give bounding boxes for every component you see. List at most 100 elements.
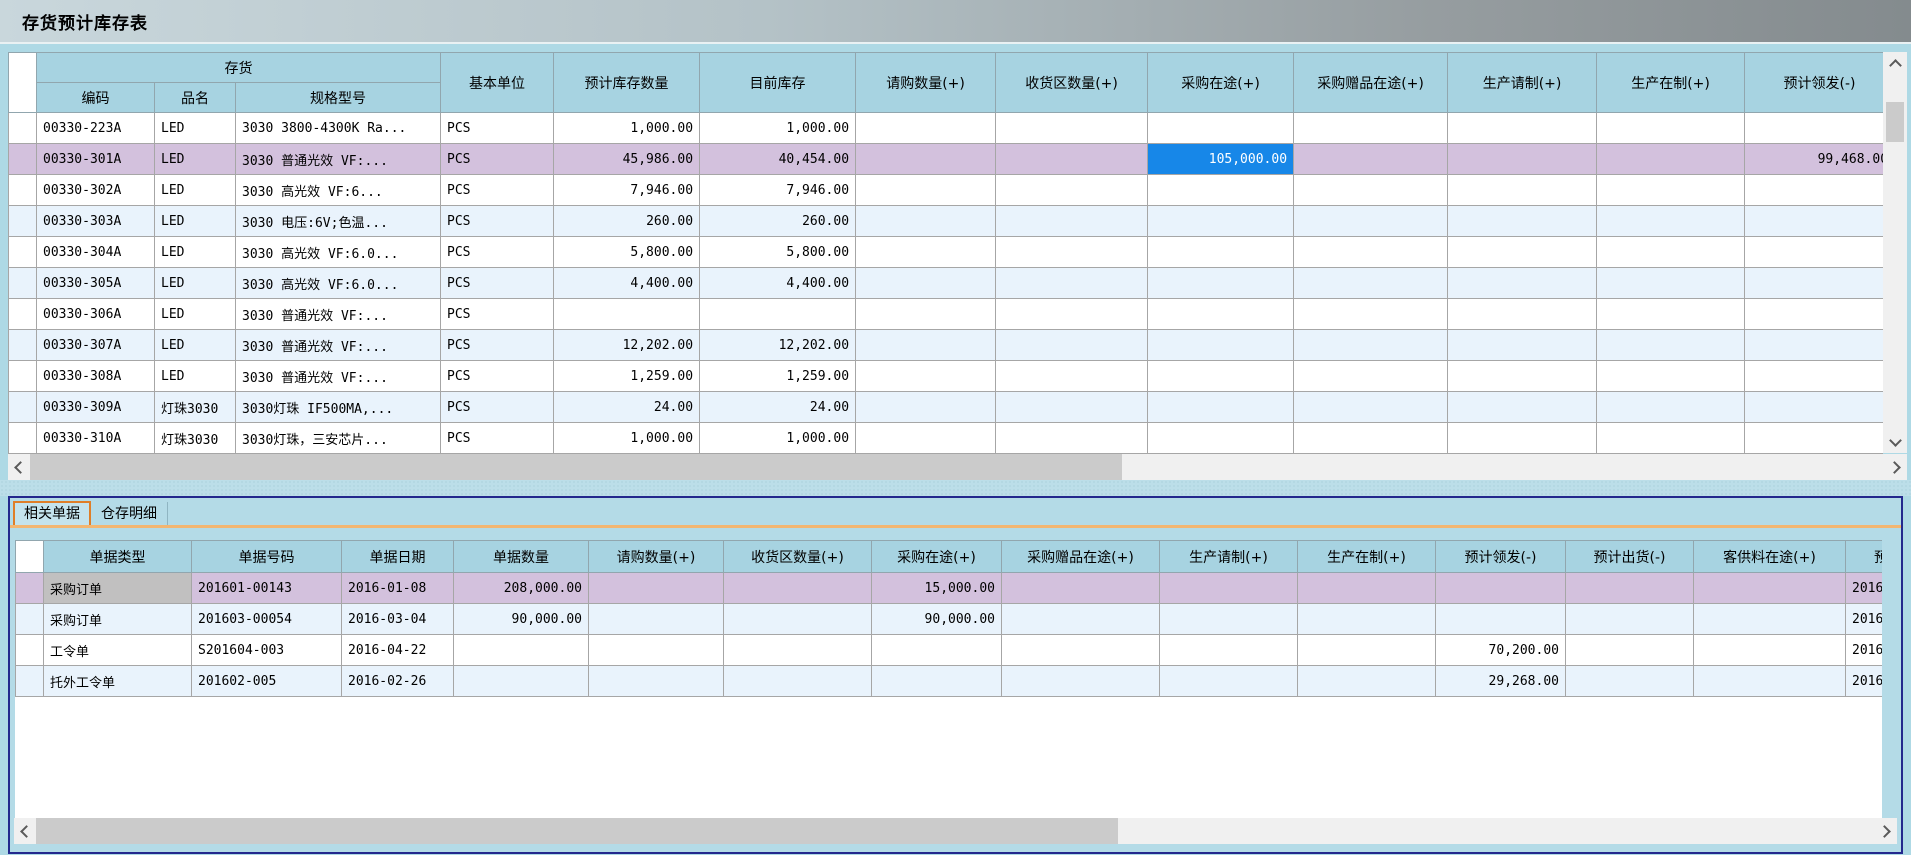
h-scroll-track-top[interactable] [30, 454, 1885, 480]
cell[interactable] [1597, 144, 1745, 175]
cell[interactable]: 00330-302A [37, 175, 155, 206]
cell[interactable]: 2016-0 [1846, 635, 1883, 666]
row-selector[interactable] [9, 268, 37, 299]
cell[interactable] [1298, 666, 1436, 697]
v-scroll-thumb[interactable] [1886, 102, 1904, 142]
cell[interactable]: 2016-0 [1846, 604, 1883, 635]
cell[interactable] [1597, 268, 1745, 299]
cell[interactable] [589, 666, 724, 697]
v-scroll-track[interactable] [1883, 74, 1907, 431]
cell[interactable]: 12,202.00 [554, 330, 700, 361]
column-header[interactable]: 采购在途(+) [1148, 53, 1294, 113]
cell[interactable] [996, 330, 1148, 361]
cell[interactable] [996, 144, 1148, 175]
cell[interactable] [1597, 175, 1745, 206]
cell[interactable]: 24.00 [700, 392, 856, 423]
h-scroll-thumb-top[interactable] [30, 454, 1122, 480]
cell[interactable]: PCS [441, 392, 554, 423]
column-header[interactable]: 生产请制(+) [1448, 53, 1597, 113]
cell[interactable]: 2016-04-22 [342, 635, 454, 666]
column-header[interactable]: 单据号码 [192, 541, 342, 573]
cell[interactable] [554, 299, 700, 330]
row-selector[interactable] [9, 423, 37, 454]
cell[interactable] [996, 237, 1148, 268]
cell[interactable] [856, 113, 996, 144]
cell[interactable] [1745, 237, 1883, 268]
cell[interactable] [589, 635, 724, 666]
cell[interactable]: PCS [441, 330, 554, 361]
column-header[interactable]: 基本单位 [441, 53, 554, 113]
column-header[interactable]: 单据数量 [454, 541, 589, 573]
cell[interactable]: 3030 高光效 VF:6.0... [236, 268, 441, 299]
cell[interactable] [1298, 573, 1436, 604]
cell[interactable]: 3030 普通光效 VF:... [236, 330, 441, 361]
cell[interactable]: LED [155, 175, 236, 206]
column-group-header-inventory[interactable]: 存货 [37, 53, 441, 83]
row-selector[interactable] [9, 299, 37, 330]
column-header[interactable]: 预计 [1846, 541, 1883, 573]
row-selector[interactable] [9, 330, 37, 361]
cell[interactable]: LED [155, 206, 236, 237]
cell[interactable] [1148, 113, 1294, 144]
column-header[interactable]: 请购数量(+) [856, 53, 996, 113]
cell[interactable] [1448, 113, 1597, 144]
cell[interactable] [1160, 573, 1298, 604]
cell[interactable] [1298, 635, 1436, 666]
table-row[interactable]: 00330-305ALED3030 高光效 VF:6.0...PCS4,400.… [9, 268, 1884, 299]
table-row[interactable]: 工令单S201604-0032016-04-2270,200.002016-0 [16, 635, 1883, 666]
tab-warehouse-detail[interactable]: 仓存明细 [91, 502, 168, 525]
column-header[interactable]: 目前库存 [700, 53, 856, 113]
column-header[interactable]: 单据类型 [44, 541, 192, 573]
scroll-left-icon[interactable] [8, 454, 30, 480]
cell[interactable]: 3030 高光效 VF:6.0... [236, 237, 441, 268]
cell[interactable] [1448, 330, 1597, 361]
cell[interactable]: 00330-304A [37, 237, 155, 268]
table-row[interactable]: 00330-301ALED3030 普通光效 VF:...PCS45,986.0… [9, 144, 1884, 175]
cell[interactable]: 采购订单 [44, 573, 192, 604]
cell[interactable]: 00330-307A [37, 330, 155, 361]
cell[interactable] [1566, 573, 1694, 604]
cell[interactable] [996, 206, 1148, 237]
cell[interactable] [996, 299, 1148, 330]
cell[interactable] [1745, 299, 1883, 330]
row-selector[interactable] [16, 573, 44, 604]
cell[interactable] [1160, 666, 1298, 697]
cell[interactable]: 201601-00143 [192, 573, 342, 604]
column-header[interactable]: 请购数量(+) [589, 541, 724, 573]
cell[interactable] [1694, 573, 1846, 604]
cell[interactable]: 201603-00054 [192, 604, 342, 635]
cell[interactable] [1002, 604, 1160, 635]
cell[interactable] [724, 604, 872, 635]
cell[interactable]: 00330-305A [37, 268, 155, 299]
cell[interactable]: 5,800.00 [700, 237, 856, 268]
cell[interactable] [724, 635, 872, 666]
cell[interactable] [856, 268, 996, 299]
cell[interactable] [1448, 206, 1597, 237]
table-row[interactable]: 采购订单201601-001432016-01-08208,000.0015,0… [16, 573, 1883, 604]
cell[interactable]: 90,000.00 [872, 604, 1002, 635]
row-selector[interactable] [9, 144, 37, 175]
cell[interactable]: 3030灯珠，三安芯片... [236, 423, 441, 454]
cell[interactable]: 1,259.00 [700, 361, 856, 392]
cell[interactable] [1298, 604, 1436, 635]
cell[interactable] [856, 175, 996, 206]
cell[interactable]: 15,000.00 [872, 573, 1002, 604]
column-header[interactable]: 生产请制(+) [1160, 541, 1298, 573]
cell[interactable] [856, 330, 996, 361]
cell[interactable]: 1,000.00 [700, 423, 856, 454]
cell[interactable]: 1,259.00 [554, 361, 700, 392]
panel-splitter[interactable] [0, 480, 1911, 496]
cell[interactable] [1745, 423, 1883, 454]
cell[interactable]: 1,000.00 [700, 113, 856, 144]
column-header[interactable]: 收货区数量(+) [996, 53, 1148, 113]
cell[interactable] [1294, 113, 1448, 144]
cell[interactable]: 2016-03-04 [342, 604, 454, 635]
cell[interactable] [1160, 604, 1298, 635]
cell[interactable] [1148, 206, 1294, 237]
cell[interactable] [1294, 237, 1448, 268]
cell[interactable]: PCS [441, 175, 554, 206]
cell[interactable] [1294, 268, 1448, 299]
cell[interactable]: 12,202.00 [700, 330, 856, 361]
cell[interactable]: PCS [441, 113, 554, 144]
cell[interactable] [1448, 299, 1597, 330]
